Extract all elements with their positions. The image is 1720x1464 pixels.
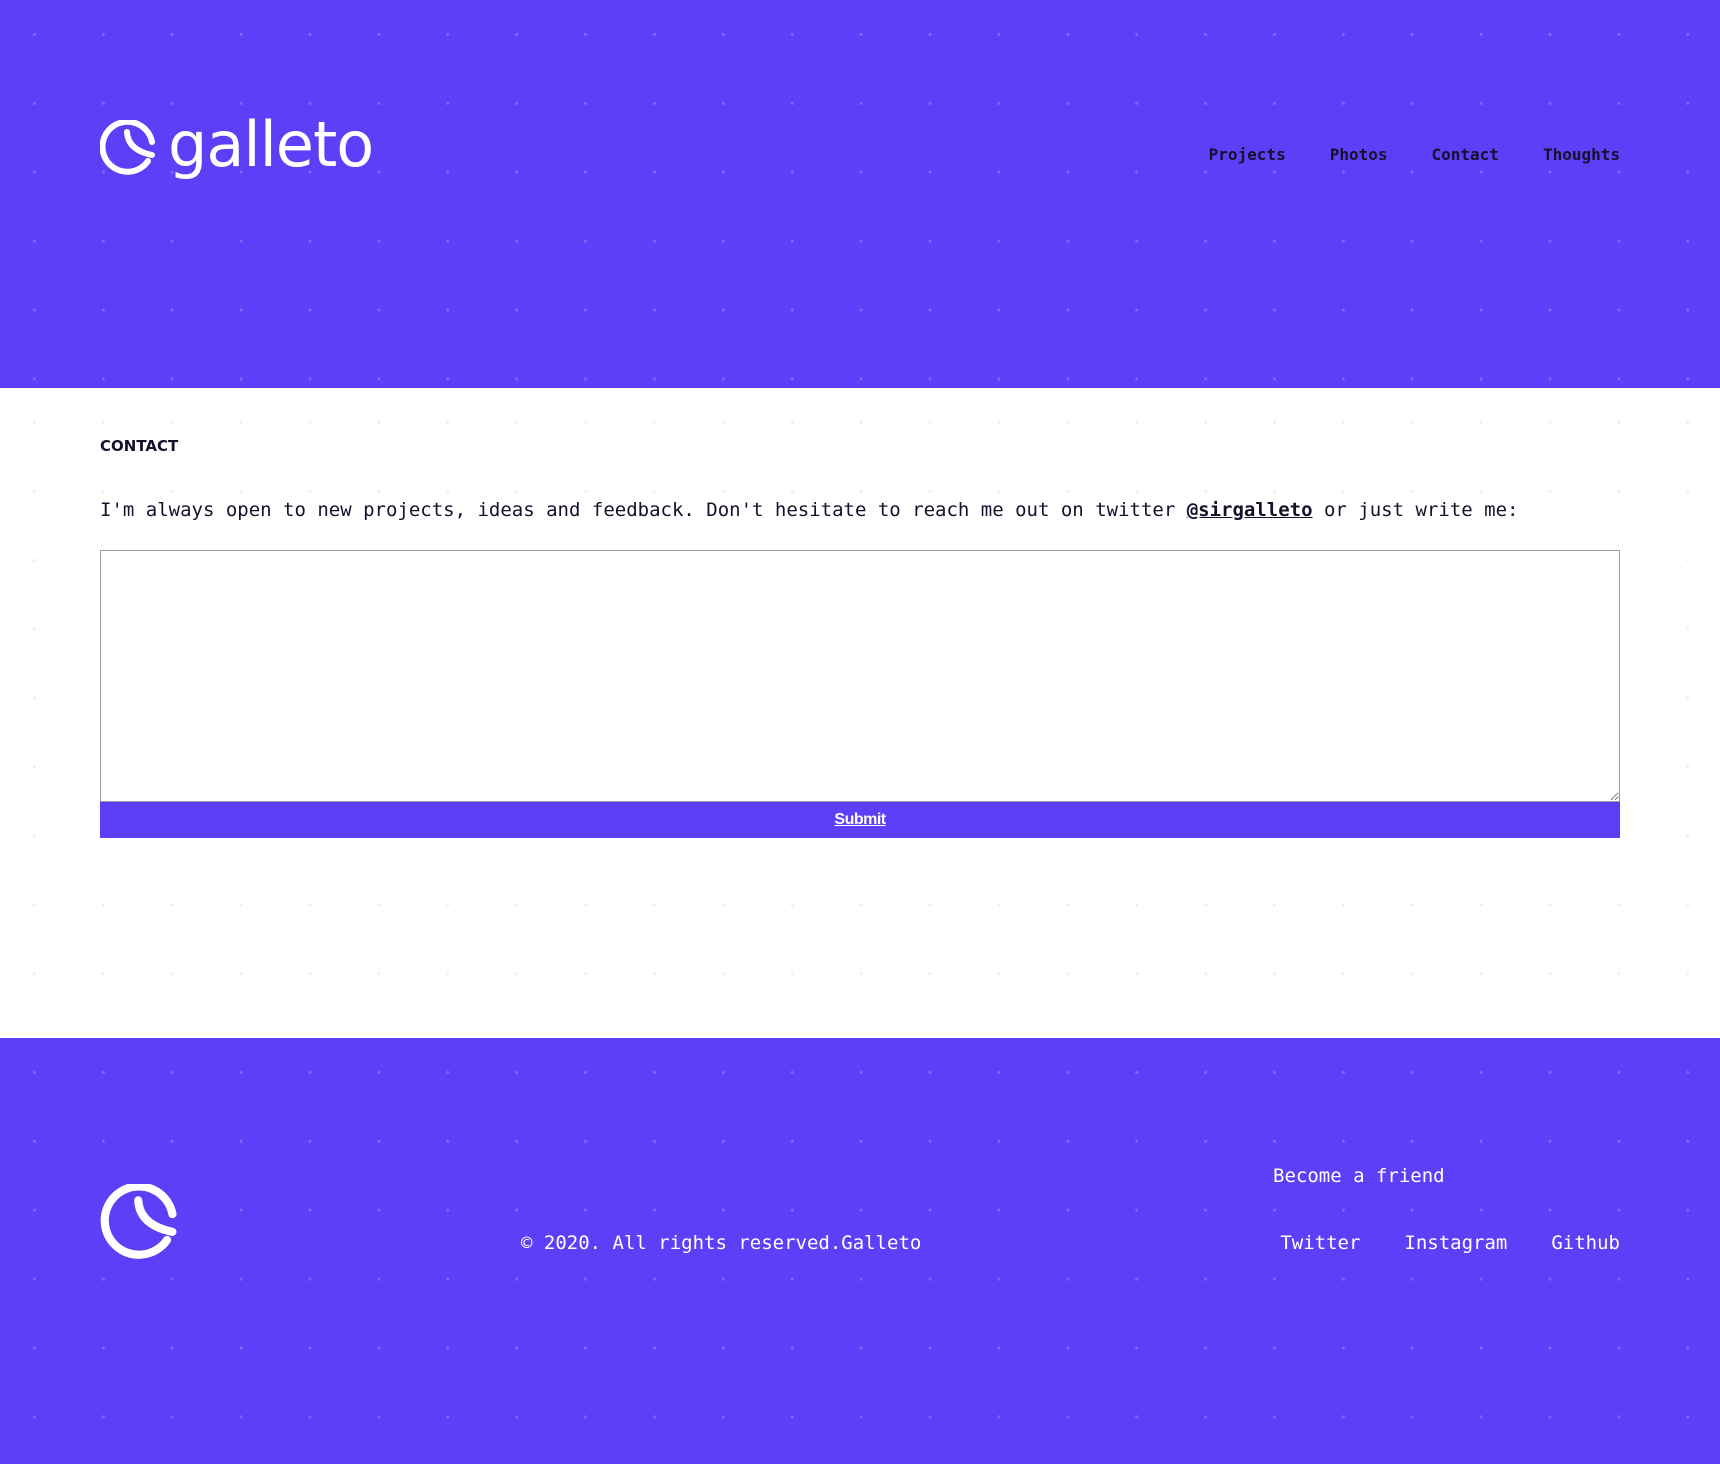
become-friend-label: Become a friend (1273, 1165, 1445, 1187)
intro-after: or just write me: (1312, 499, 1519, 521)
nav-photos[interactable]: Photos (1330, 145, 1388, 164)
galleto-cookie-icon (100, 1184, 177, 1259)
site-header: galleto Projects Photos Contact Thoughts (0, 0, 1720, 388)
nav-thoughts[interactable]: Thoughts (1543, 145, 1620, 164)
social-links: Twitter Instagram Github (1280, 1232, 1620, 1254)
intro-text: I'm always open to new projects, ideas a… (100, 499, 1518, 521)
site-footer: © 2020. All rights reserved.Galleto Beco… (0, 1038, 1720, 1464)
section-label: CONTACT (100, 437, 179, 455)
github-link[interactable]: Github (1551, 1232, 1620, 1254)
submit-button[interactable]: Submit (100, 802, 1620, 838)
message-textarea[interactable] (100, 550, 1620, 802)
logo-text: galleto (168, 108, 374, 181)
contact-section: CONTACT I'm always open to new projects,… (0, 388, 1720, 1038)
twitter-handle-link[interactable]: @sirgalleto (1187, 499, 1313, 521)
copyright-text: © 2020. All rights reserved.Galleto (521, 1232, 922, 1254)
twitter-link[interactable]: Twitter (1280, 1232, 1360, 1254)
instagram-link[interactable]: Instagram (1404, 1232, 1507, 1254)
home-logo-link[interactable]: galleto (100, 108, 374, 181)
nav-contact[interactable]: Contact (1432, 145, 1499, 164)
galleto-cookie-icon (100, 119, 155, 175)
intro-before: I'm always open to new projects, ideas a… (100, 499, 1187, 521)
nav-projects[interactable]: Projects (1209, 145, 1286, 164)
main-nav: Projects Photos Contact Thoughts (1209, 145, 1620, 164)
